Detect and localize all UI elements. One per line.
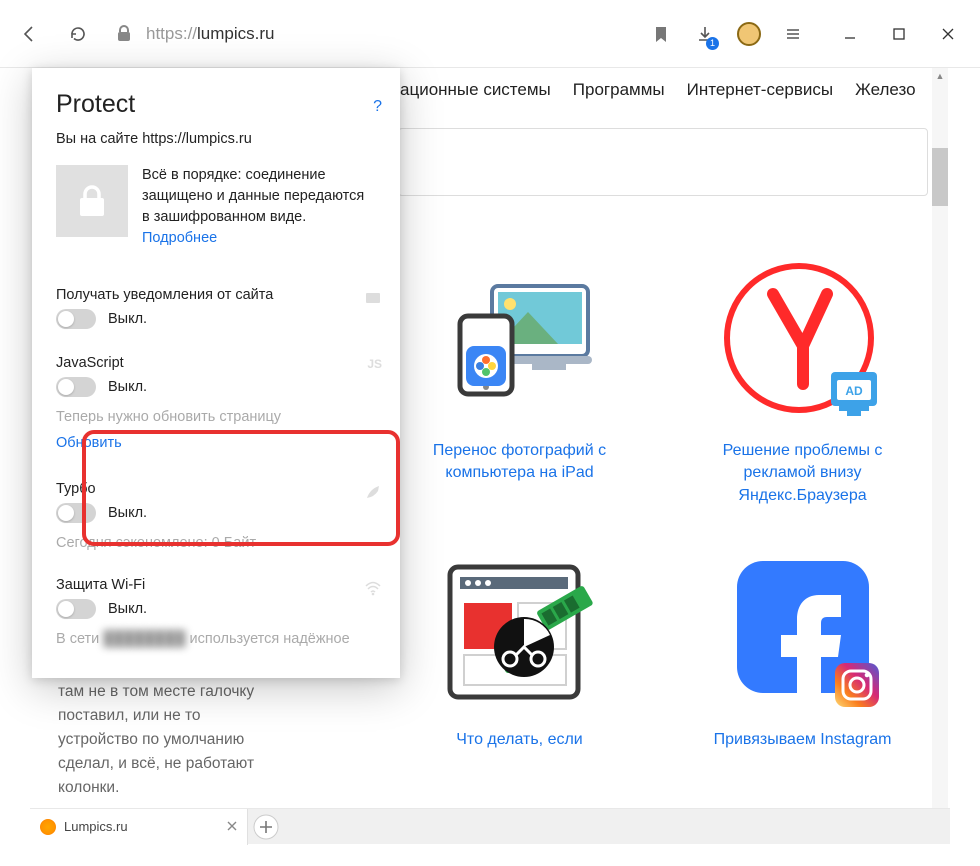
minimize-button[interactable] xyxy=(827,14,872,54)
nav-hardware[interactable]: Железо xyxy=(855,80,915,100)
browser-toolbar: https://lumpics.ru 1 xyxy=(0,0,980,68)
tab-title: Lumpics.ru xyxy=(64,819,128,834)
maximize-button[interactable] xyxy=(876,14,921,54)
secure-block: Всё в порядке: соединение защищено и дан… xyxy=(32,165,400,275)
notifications-title: Получать уведомления от сайта xyxy=(56,287,376,303)
site-nav: ационные системы Программы Интернет-серв… xyxy=(400,80,935,100)
popup-title: Protect xyxy=(56,90,376,119)
lock-large-icon xyxy=(56,165,128,237)
address-bar[interactable]: https://lumpics.ru xyxy=(106,22,633,46)
secure-text: Всё в порядке: соединение защищено и дан… xyxy=(142,165,364,249)
card-yandex-ads[interactable]: AD Решение проблемы с рекламой внизу Янд… xyxy=(681,258,924,507)
javascript-title: JavaScript xyxy=(56,355,376,371)
secure-more-link[interactable]: Подробнее xyxy=(142,230,217,246)
wifi-state: Выкл. xyxy=(108,601,147,617)
menu-button[interactable] xyxy=(773,14,813,54)
help-icon[interactable]: ? xyxy=(373,98,382,116)
card-what-to-do[interactable]: Что делать, если xyxy=(398,547,641,751)
scroll-up-icon[interactable]: ▲ xyxy=(932,68,948,84)
javascript-hint: Теперь нужно обновить страницу xyxy=(56,409,376,425)
comment-text: там не в том месте галочку поставил, или… xyxy=(58,680,338,800)
wifi-toggle[interactable] xyxy=(56,599,96,619)
tab-bar: Lumpics.ru xyxy=(30,808,950,844)
page-scrollbar[interactable]: ▲ ▼ xyxy=(932,68,948,824)
window-controls xyxy=(827,14,970,54)
url-text: https://lumpics.ru xyxy=(146,24,275,44)
yandex-ads-icon: AD xyxy=(719,258,887,426)
wifi-setting: Защита Wi-Fi Выкл. В сети ████████ испол… xyxy=(32,565,400,661)
nav-os[interactable]: ационные системы xyxy=(400,80,551,100)
reload-button[interactable] xyxy=(58,14,98,54)
javascript-setting: JavaScript Выкл. Теперь нужно обновить с… xyxy=(32,343,400,469)
card-ipad-photos[interactable]: Перенос фотографий с компьютера на iPad xyxy=(398,258,641,507)
svg-text:AD: AD xyxy=(845,384,863,398)
notifications-state: Выкл. xyxy=(108,311,147,327)
toolbar-right: 1 xyxy=(641,14,813,54)
wifi-title: Защита Wi-Fi xyxy=(56,577,376,593)
tab-close-icon[interactable] xyxy=(227,819,237,834)
turbo-title: Турбо xyxy=(56,481,376,497)
lock-icon[interactable] xyxy=(112,22,136,46)
javascript-toggle[interactable] xyxy=(56,377,96,397)
nav-programs[interactable]: Программы xyxy=(573,80,665,100)
tab-favicon-icon xyxy=(40,819,56,835)
nav-services[interactable]: Интернет-сервисы xyxy=(687,80,834,100)
site-search-input[interactable] xyxy=(398,128,928,196)
facebook-instagram-icon xyxy=(719,547,887,715)
back-button[interactable] xyxy=(10,14,50,54)
wifi-info: В сети ████████ используется надёжное xyxy=(56,631,376,647)
js-icon: JS xyxy=(367,357,382,371)
notifications-setting: Получать уведомления от сайта Выкл. xyxy=(32,275,400,343)
new-tab-button[interactable] xyxy=(248,809,284,845)
turbo-toggle[interactable] xyxy=(56,503,96,523)
turbo-saved: Сегодня сэкономлено: 0 Байт xyxy=(56,535,376,551)
protect-popup: Protect ? Вы на сайте https://lumpics.ru… xyxy=(32,68,400,678)
avatar-icon xyxy=(737,22,761,46)
card-instagram-fb[interactable]: Привязываем Instagram xyxy=(681,547,924,751)
downloads-icon[interactable]: 1 xyxy=(685,14,725,54)
javascript-refresh-link[interactable]: Обновить xyxy=(56,435,376,451)
notifications-toggle[interactable] xyxy=(56,309,96,329)
notification-icon xyxy=(364,289,382,312)
profile-avatar[interactable] xyxy=(729,14,769,54)
article-cards: Перенос фотографий с компьютера на iPad … xyxy=(398,258,924,752)
ipad-photos-icon xyxy=(436,258,604,426)
card-label: Перенос фотографий с компьютера на iPad xyxy=(405,440,635,485)
popup-site-label: Вы на сайте https://lumpics.ru xyxy=(32,127,400,165)
tab-lumpics[interactable]: Lumpics.ru xyxy=(30,809,248,845)
card-label: Привязываем Instagram xyxy=(714,729,892,751)
turbo-state: Выкл. xyxy=(108,505,147,521)
wifi-icon xyxy=(364,579,382,602)
downloads-badge: 1 xyxy=(706,37,719,50)
close-window-button[interactable] xyxy=(925,14,970,54)
turbo-setting: Турбо Выкл. Сегодня сэкономлено: 0 Байт xyxy=(32,469,400,565)
bookmark-icon[interactable] xyxy=(641,14,681,54)
card-label: Решение проблемы с рекламой внизу Яндекс… xyxy=(688,440,918,507)
rocket-icon xyxy=(364,483,382,506)
javascript-state: Выкл. xyxy=(108,379,147,395)
scrollbar-thumb[interactable] xyxy=(932,148,948,206)
card-label: Что делать, если xyxy=(456,729,582,751)
ram-cut-icon xyxy=(436,547,604,715)
